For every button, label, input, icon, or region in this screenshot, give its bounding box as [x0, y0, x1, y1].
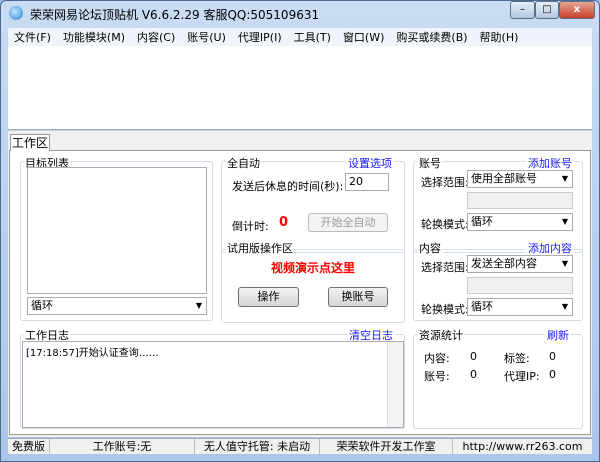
chevron-down-icon: ▼ [561, 217, 568, 226]
stat-tag-value: 0 [549, 350, 556, 363]
operate-button[interactable]: 操作 [238, 287, 299, 307]
chevron-down-icon: ▼ [561, 174, 568, 183]
stat-account-label: 账号: [424, 370, 450, 383]
chevron-down-icon: ▼ [195, 301, 202, 310]
menu-content[interactable]: 内容(C) [137, 29, 175, 45]
chevron-down-icon: ▼ [561, 259, 568, 268]
account-range-select[interactable]: 使用全部账号 ▼ [467, 170, 573, 188]
menu-account[interactable]: 账号(U) [187, 29, 226, 45]
log-scrollbar[interactable] [387, 342, 403, 427]
video-demo-link[interactable]: 视频演示点这里 [221, 259, 405, 276]
rest-time-input[interactable]: 20 [345, 173, 389, 191]
tab-workarea[interactable]: 工作区 [10, 134, 50, 151]
status-edition: 免费版 [8, 439, 50, 454]
minimize-button[interactable]: – [510, 1, 535, 19]
target-mode-value: 循环 [31, 299, 53, 312]
switch-account-button[interactable]: 换账号 [328, 287, 388, 307]
start-auto-button[interactable]: 开始全自动 [308, 213, 388, 232]
status-studio: 荣荣软件开发工作室 [320, 439, 453, 454]
refresh-link[interactable]: 刷新 [545, 327, 571, 343]
content-range-select[interactable]: 发送全部内容 ▼ [467, 255, 573, 273]
account-range-label: 选择范围: [421, 176, 469, 189]
stat-content-value: 0 [470, 350, 477, 363]
target-mode-select[interactable]: 循环 ▼ [27, 297, 207, 315]
countdown-label: 倒计时: [232, 220, 269, 233]
account-range-value: 使用全部账号 [471, 172, 537, 185]
account-label: 账号 [418, 155, 442, 171]
menu-proxy[interactable]: 代理IP(I) [238, 29, 282, 45]
menu-bar: 文件(F) 功能模块(M) 内容(C) 账号(U) 代理IP(I) 工具(T) … [8, 28, 592, 46]
menu-file[interactable]: 文件(F) [14, 29, 51, 45]
menu-window[interactable]: 窗口(W) [343, 29, 384, 45]
trial-label: 试用版操作区 [226, 240, 294, 256]
content-label: 内容 [418, 240, 442, 256]
content-mode-value: 循环 [471, 300, 493, 313]
add-account-link[interactable]: 添加账号 [526, 155, 574, 171]
status-bar: 免费版 工作账号:无 无人值守托管: 未启动 荣荣软件开发工作室 http://… [8, 438, 592, 454]
maximize-button[interactable]: □ [535, 1, 559, 19]
account-mode-label: 轮换模式: [421, 218, 469, 231]
auto-label: 全自动 [226, 155, 261, 171]
log-line: [17:18:57]开始认证查询…… [26, 348, 159, 359]
account-extra-field [467, 192, 573, 209]
status-website[interactable]: http://www.rr263.com [453, 439, 592, 454]
stat-proxy-label: 代理IP: [504, 370, 540, 383]
mdi-area [8, 46, 592, 130]
countdown-value: 0 [279, 215, 289, 230]
stat-tag-label: 标签: [504, 352, 530, 365]
rest-time-label: 发送后休息的时间(秒): [232, 180, 344, 193]
account-mode-value: 循环 [471, 215, 493, 228]
stat-proxy-value: 0 [549, 368, 556, 381]
stats-label: 资源统计 [418, 327, 464, 343]
content-mode-label: 轮换模式: [421, 303, 469, 316]
content-mode-select[interactable]: 循环 ▼ [467, 298, 573, 316]
content-range-value: 发送全部内容 [471, 257, 537, 270]
stat-content-label: 内容: [424, 352, 450, 365]
menu-help[interactable]: 帮助(H) [480, 29, 519, 45]
app-icon [9, 6, 23, 20]
log-textarea[interactable]: [17:18:57]开始认证查询…… [22, 341, 404, 428]
menu-modules[interactable]: 功能模块(M) [63, 29, 125, 45]
status-unattended: 无人值守托管: 未启动 [195, 439, 320, 454]
menu-buy[interactable]: 购买或续费(B) [396, 29, 467, 45]
account-mode-select[interactable]: 循环 ▼ [467, 213, 573, 231]
chevron-down-icon: ▼ [561, 302, 568, 311]
window-title: 荣荣网易论坛顶贴机 V6.6.2.29 客服QQ:505109631 [30, 8, 320, 22]
stat-account-value: 0 [470, 368, 477, 381]
menu-tools[interactable]: 工具(T) [294, 29, 331, 45]
target-listbox[interactable] [27, 167, 207, 294]
add-content-link[interactable]: 添加内容 [526, 240, 574, 256]
settings-link[interactable]: 设置选项 [346, 155, 394, 171]
content-extra-field [467, 277, 573, 294]
content-range-label: 选择范围: [421, 261, 469, 274]
close-button[interactable]: x [559, 1, 595, 19]
status-work-account: 工作账号:无 [50, 439, 195, 454]
